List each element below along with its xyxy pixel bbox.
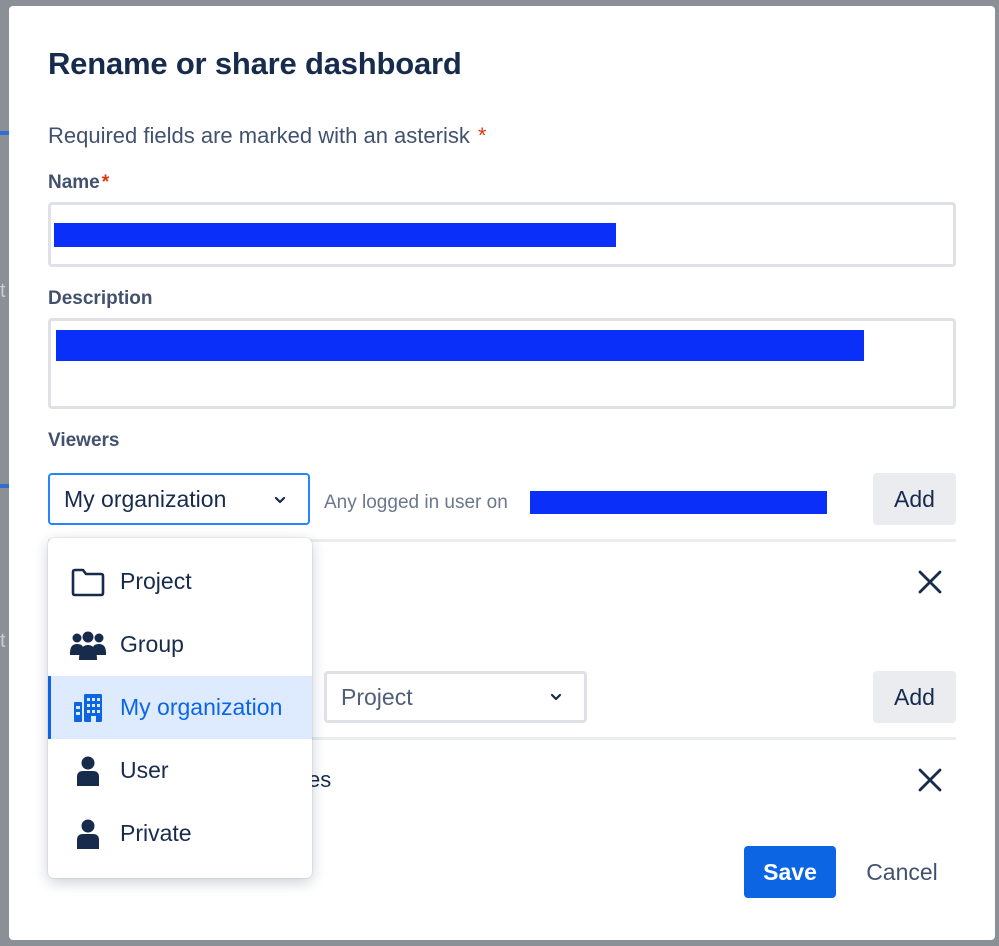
menu-item-label: My organization — [120, 694, 283, 720]
group-icon — [68, 628, 108, 662]
viewers-type-dropdown-menu: Project Group My organization User Priva… — [48, 538, 312, 878]
menu-item-label: User — [120, 757, 169, 783]
name-label: Name * — [48, 172, 109, 194]
redacted-name — [54, 223, 616, 247]
close-icon — [918, 768, 942, 792]
description-textarea[interactable]: n — [48, 318, 956, 409]
menu-item-my-organization[interactable]: My organization — [48, 676, 312, 739]
viewers-helper-text: Any logged in user on — [324, 492, 508, 513]
redacted-org-name — [530, 491, 827, 514]
menu-item-user[interactable]: User — [48, 739, 312, 802]
menu-item-label: Private — [120, 820, 192, 846]
name-label-text: Name — [48, 172, 100, 193]
menu-item-label: Group — [120, 631, 184, 657]
cancel-button[interactable]: Cancel — [852, 846, 952, 898]
add-viewer-button[interactable]: Add — [873, 473, 956, 525]
menu-item-label: Project — [120, 568, 192, 594]
editors-select-value: Project — [341, 683, 413, 710]
required-asterisk: * — [477, 123, 487, 148]
remove-viewer-button[interactable] — [914, 566, 946, 598]
redacted-description — [56, 330, 864, 361]
name-required-asterisk: * — [101, 172, 110, 193]
viewers-label: Viewers — [48, 430, 120, 451]
building-icon — [68, 691, 108, 725]
remove-editor-button[interactable] — [914, 764, 946, 796]
chevron-down-icon — [274, 496, 286, 504]
user-icon — [68, 754, 108, 788]
background-text: t — [0, 630, 6, 652]
menu-item-group[interactable]: Group — [48, 613, 312, 676]
description-label: Description — [48, 288, 153, 309]
menu-item-private[interactable]: Private — [48, 802, 312, 865]
chevron-down-icon — [550, 693, 562, 701]
name-input[interactable] — [48, 202, 956, 267]
menu-item-project[interactable]: Project — [48, 550, 312, 613]
add-editor-button[interactable]: Add — [873, 671, 956, 723]
private-icon — [68, 817, 108, 851]
dialog-title: Rename or share dashboard — [48, 46, 462, 81]
required-fields-note: Required fields are marked with an aster… — [48, 123, 486, 149]
background-text: t — [0, 280, 6, 302]
viewers-type-select[interactable]: My organization — [48, 473, 310, 525]
viewers-select-value: My organization — [64, 485, 227, 512]
required-note-text: Required fields are marked with an aster… — [48, 123, 470, 148]
editors-type-select[interactable]: Project — [324, 671, 587, 723]
save-button[interactable]: Save — [744, 846, 836, 898]
folder-icon — [68, 565, 108, 599]
close-icon — [918, 570, 942, 594]
